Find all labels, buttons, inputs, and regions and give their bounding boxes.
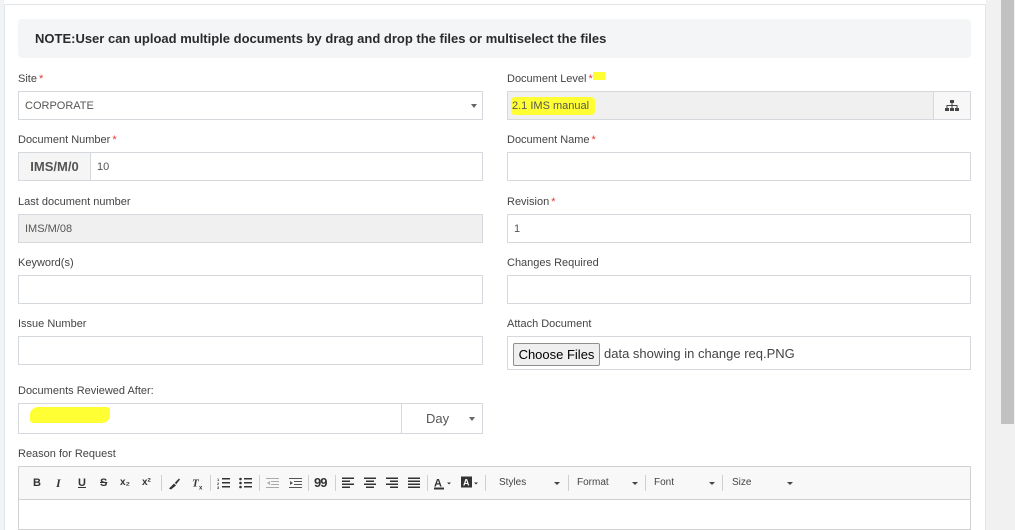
review-period-unit-value: Day: [426, 411, 450, 426]
last-document-number-field: IMS/M/08: [18, 214, 483, 243]
document-name-label: Document Name *: [507, 134, 596, 146]
bulleted-list-icon[interactable]: [239, 476, 252, 490]
site-select[interactable]: CORPORATE: [18, 91, 483, 120]
changes-required-input[interactable]: [507, 275, 971, 304]
toolbar-separator: [210, 475, 211, 491]
toolbar-separator: [722, 475, 723, 491]
highlight-mark: [30, 407, 110, 423]
attach-document-label: Attach Document: [507, 318, 592, 330]
font-dropdown-arrow-icon: [709, 482, 715, 485]
svg-text:3: 3: [217, 485, 220, 490]
sitemap-icon: [945, 99, 959, 111]
revision-label: Revision *: [507, 196, 556, 208]
superscript-button[interactable]: x²: [142, 476, 151, 490]
highlight-mark: [593, 72, 605, 80]
strikethrough-button[interactable]: S: [100, 476, 107, 490]
align-right-icon[interactable]: [386, 476, 398, 490]
choose-files-button[interactable]: Choose Files: [513, 343, 600, 366]
last-document-number-label: Last document number: [18, 196, 131, 208]
selected-file-name: data showing in change req.PNG: [604, 346, 795, 361]
background-color-icon[interactable]: A: [461, 476, 481, 490]
italic-button[interactable]: I: [56, 476, 61, 490]
site-dropdown-arrow-icon: [471, 104, 477, 108]
toolbar-separator: [427, 475, 428, 491]
document-level-field[interactable]: 2.1 IMS manual: [507, 91, 934, 120]
toolbar-separator: [485, 475, 486, 491]
rich-text-toolbar: B I U S x₂ x² T x 123 99 A A Styles Form…: [18, 466, 971, 500]
documents-reviewed-after-label: Documents Reviewed After:: [18, 385, 154, 397]
issue-number-label: Issue Number: [18, 318, 87, 330]
underline-button[interactable]: U: [78, 476, 86, 490]
align-left-icon[interactable]: [342, 476, 354, 490]
unit-dropdown-arrow-icon: [469, 417, 475, 421]
toolbar-separator: [568, 475, 569, 491]
document-name-input[interactable]: [507, 152, 971, 181]
rich-text-editor-body[interactable]: [18, 500, 971, 530]
issue-number-input[interactable]: [18, 336, 483, 365]
revision-value: 1: [514, 222, 521, 235]
toolbar-separator: [645, 475, 646, 491]
keywords-label: Keyword(s): [18, 257, 74, 269]
align-center-icon[interactable]: [364, 476, 376, 490]
decrease-indent-icon[interactable]: [266, 476, 279, 490]
size-dropdown-arrow-icon: [787, 482, 793, 485]
font-dropdown[interactable]: Font: [654, 476, 674, 490]
form-card: [4, 4, 986, 530]
document-level-label: Document Level *: [507, 73, 593, 85]
bold-button[interactable]: B: [33, 476, 41, 490]
last-document-number-value: IMS/M/08: [25, 222, 73, 235]
document-number-label: Document Number *: [18, 134, 117, 146]
upload-note: NOTE:User can upload multiple documents …: [18, 19, 971, 58]
document-number-prefix: IMS/M/0: [18, 152, 91, 181]
remove-format-icon[interactable]: T x: [191, 476, 204, 491]
align-justify-icon[interactable]: [408, 476, 420, 490]
scrollbar-thumb[interactable]: [1001, 0, 1014, 424]
reason-for-request-label: Reason for Request: [18, 448, 116, 460]
toolbar-separator: [259, 475, 260, 491]
blockquote-button[interactable]: 99: [314, 476, 328, 490]
site-select-value: CORPORATE: [25, 99, 94, 112]
svg-text:A: A: [463, 478, 470, 488]
keywords-input[interactable]: [18, 275, 483, 304]
svg-text:x: x: [199, 486, 203, 491]
toolbar-separator: [161, 475, 162, 491]
format-dropdown-arrow-icon: [632, 482, 638, 485]
format-dropdown[interactable]: Format: [577, 476, 609, 490]
site-label: Site *: [18, 73, 44, 85]
document-number-input[interactable]: 10: [90, 152, 483, 181]
revision-input[interactable]: 1: [507, 214, 971, 243]
attach-document-field[interactable]: Choose Files data showing in change req.…: [507, 336, 971, 370]
styles-dropdown[interactable]: Styles: [499, 476, 526, 490]
subscript-button[interactable]: x₂: [120, 476, 130, 490]
size-dropdown[interactable]: Size: [732, 476, 751, 490]
numbered-list-icon[interactable]: 123: [217, 476, 230, 490]
document-number-value: 10: [97, 160, 110, 173]
text-color-icon[interactable]: A: [434, 476, 454, 490]
copy-formatting-icon[interactable]: [168, 476, 181, 490]
toolbar-separator: [308, 475, 309, 491]
document-level-value: 2.1 IMS manual: [511, 96, 596, 115]
toolbar-separator: [335, 475, 336, 491]
styles-dropdown-arrow-icon: [554, 482, 560, 485]
changes-required-label: Changes Required: [507, 257, 599, 269]
increase-indent-icon[interactable]: [289, 476, 302, 490]
document-level-tree-button[interactable]: [933, 91, 971, 120]
